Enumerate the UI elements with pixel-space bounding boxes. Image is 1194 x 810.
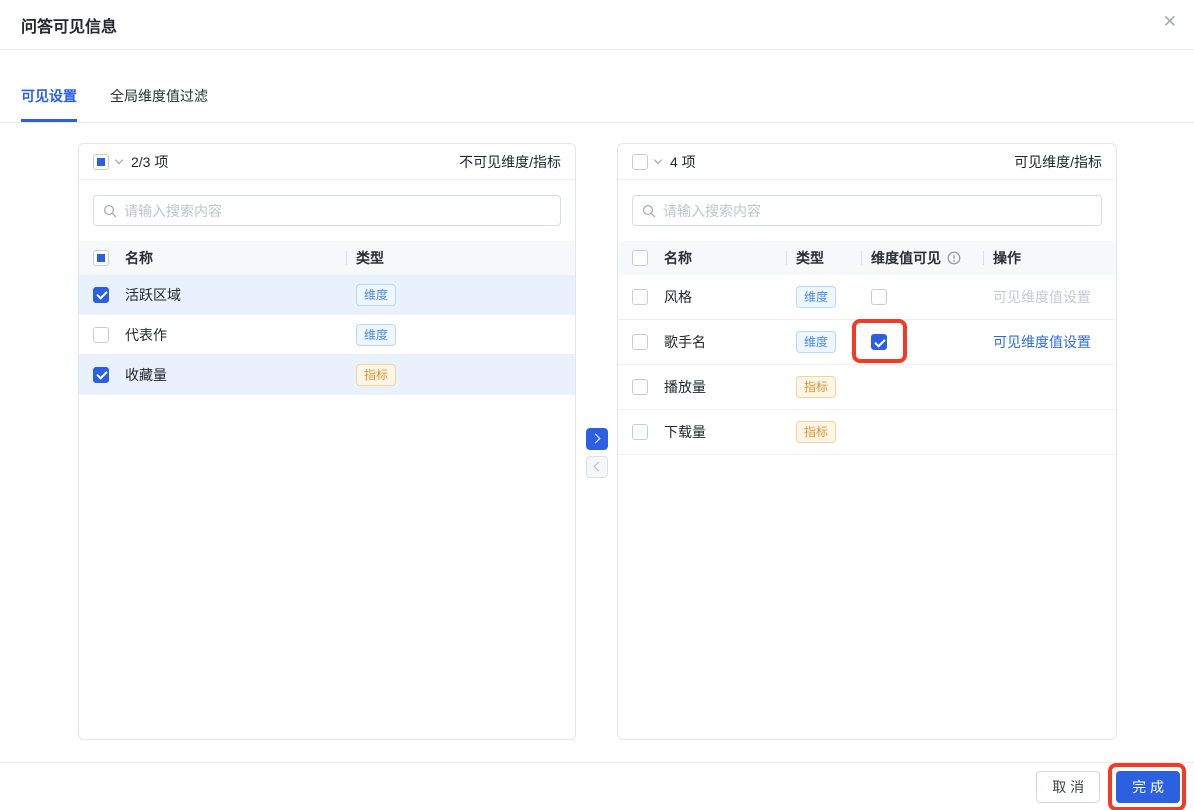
dialog-footer: 取 消 完 成: [0, 762, 1194, 810]
row-name: 下载量: [664, 424, 706, 440]
search-input[interactable]: [632, 195, 1102, 226]
qa-visible-info-dialog: 问答可见信息 ✕ 可见设置 全局维度值过滤 2/3 项 不可见维度/指标 名称 …: [0, 0, 1194, 810]
type-tag: 维度: [356, 283, 397, 306]
table-row[interactable]: 收藏量 指标: [79, 355, 575, 395]
confirm-button[interactable]: 完 成: [1116, 770, 1180, 803]
type-tag: 维度: [796, 286, 837, 308]
row-checkbox[interactable]: [93, 286, 109, 303]
transfer-controls: [576, 143, 617, 762]
row-checkbox[interactable]: [632, 424, 648, 440]
table-header: 名称 类型 维度值可见 操作: [618, 241, 1116, 275]
column-type: 类型: [356, 248, 575, 268]
dialog-header: 问答可见信息 ✕: [0, 0, 1194, 50]
row-name: 歌手名: [664, 334, 706, 350]
column-name: 名称: [664, 250, 692, 266]
column-name: 名称: [125, 250, 153, 266]
info-circle-icon[interactable]: [947, 251, 961, 265]
row-name: 活跃区域: [125, 286, 181, 303]
row-checkbox[interactable]: [93, 366, 109, 383]
table-row[interactable]: 代表作 维度: [79, 315, 575, 355]
invisible-panel: 2/3 项 不可见维度/指标 名称 类型 活跃区域 维度 代表作 维度: [78, 143, 576, 740]
header-checkbox[interactable]: [632, 250, 648, 266]
item-count: 4 项: [670, 153, 696, 170]
selected-count: 2/3 项: [131, 153, 169, 170]
row-name: 代表作: [125, 326, 167, 343]
panel-title: 不可见维度/指标: [459, 153, 561, 170]
search-box: [93, 195, 561, 226]
dialog-title: 问答可见信息: [21, 18, 118, 36]
chevron-down-icon[interactable]: [114, 155, 124, 165]
row-checkbox[interactable]: [632, 379, 648, 395]
row-checkbox[interactable]: [93, 326, 109, 343]
cancel-button[interactable]: 取 消: [1036, 770, 1101, 803]
chevron-right-icon: [590, 433, 600, 444]
column-action: 操作: [993, 248, 1116, 268]
column-dim-visible: 维度值可见: [871, 248, 993, 268]
chevron-left-icon: [593, 461, 603, 472]
panel-title: 可见维度/指标: [1014, 153, 1102, 170]
row-checkbox[interactable]: [632, 289, 648, 305]
row-name: 风格: [664, 289, 692, 305]
table-row[interactable]: 下载量 指标: [618, 410, 1116, 455]
type-tag: 指标: [796, 421, 837, 443]
move-right-button[interactable]: [585, 427, 608, 450]
column-type: 类型: [796, 248, 871, 268]
tab-global-dimension-filter[interactable]: 全局维度值过滤: [110, 86, 208, 122]
visible-panel: 4 项 可见维度/指标 名称 类型 维度值可见 操作 风格 维度: [617, 143, 1117, 740]
search-box: [632, 195, 1102, 226]
dialog-body: 2/3 项 不可见维度/指标 名称 类型 活跃区域 维度 代表作 维度: [0, 123, 1194, 762]
row-name: 收藏量: [125, 366, 167, 383]
select-all-checkbox[interactable]: [632, 153, 648, 170]
dim-visible-checkbox[interactable]: [871, 334, 887, 350]
close-icon[interactable]: ✕: [1163, 13, 1177, 30]
search-icon: [642, 204, 656, 217]
row-checkbox[interactable]: [632, 334, 648, 350]
row-name: 播放量: [664, 379, 706, 395]
search-icon: [103, 204, 117, 217]
visible-panel-header: 4 项 可见维度/指标: [618, 144, 1116, 180]
dim-value-settings-link: 可见维度值设置: [993, 289, 1091, 305]
search-input[interactable]: [93, 195, 561, 226]
table-row[interactable]: 活跃区域 维度: [79, 275, 575, 315]
move-left-button[interactable]: [585, 455, 608, 478]
dim-visible-checkbox[interactable]: [871, 289, 887, 305]
table-row[interactable]: 播放量 指标: [618, 365, 1116, 410]
table-row[interactable]: 风格 维度 可见维度值设置: [618, 275, 1116, 320]
type-tag: 指标: [356, 363, 397, 386]
table-header: 名称 类型: [79, 241, 575, 275]
select-all-checkbox[interactable]: [93, 153, 109, 170]
type-tag: 维度: [796, 331, 837, 353]
table-row[interactable]: 歌手名 维度 可见维度值设置: [618, 319, 1116, 365]
chevron-down-icon[interactable]: [653, 155, 663, 165]
type-tag: 维度: [356, 323, 397, 346]
tab-visible-settings[interactable]: 可见设置: [21, 86, 77, 122]
header-checkbox[interactable]: [93, 250, 109, 266]
column-dim-visible-label: 维度值可见: [871, 250, 941, 266]
invisible-panel-header: 2/3 项 不可见维度/指标: [79, 144, 575, 180]
dim-value-settings-link[interactable]: 可见维度值设置: [993, 332, 1091, 352]
type-tag: 指标: [796, 376, 837, 398]
tab-bar: 可见设置 全局维度值过滤: [0, 50, 1194, 123]
